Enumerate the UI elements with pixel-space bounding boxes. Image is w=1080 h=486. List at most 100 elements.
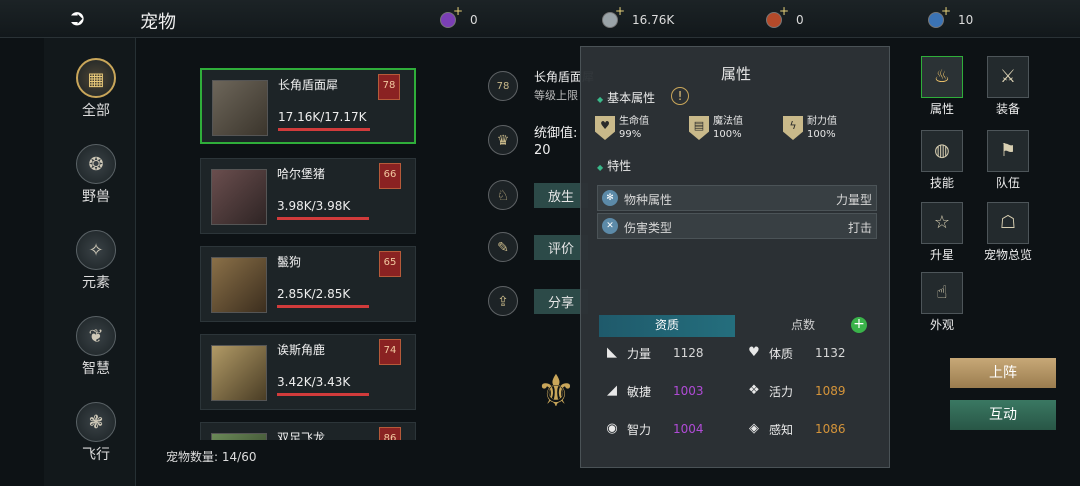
pet-hp: 17.16K/17.17K [278, 110, 367, 124]
heart-shield-icon: ♥ [595, 116, 615, 140]
menu-label: 宠物总览 [983, 248, 1032, 262]
pet-portrait [211, 345, 267, 401]
menu-attributes[interactable]: ♨ 属性 [920, 56, 964, 117]
pet-card[interactable]: 鬣狗 2.85K/2.85K 65 [200, 246, 416, 322]
stat-value: 100% [807, 129, 836, 140]
menu-team[interactable]: ⚑ 队伍 [986, 130, 1030, 191]
basic-attributes-heading: 基本属性 [597, 89, 655, 106]
pet-card[interactable]: 诶斯角鹿 3.42K/3.43K 74 [200, 334, 416, 410]
attr-value: 1128 [673, 346, 704, 360]
info-icon[interactable]: ! [671, 87, 689, 105]
overview-icon: ☖ [987, 202, 1029, 244]
menu-star-up[interactable]: ☆ 升星 [920, 202, 964, 263]
category-flying[interactable]: ❃ 飞行 [72, 402, 120, 464]
attr-strength: ◣ 力量 1128 [603, 343, 704, 363]
stat-value: 99% [619, 129, 642, 140]
attr-value: 1086 [815, 422, 846, 436]
book-shield-icon: ▤ [689, 116, 709, 140]
stat-hp: ♥ 生命值 99% [595, 115, 649, 141]
category-element[interactable]: ✧ 元素 [72, 230, 120, 292]
pet-card[interactable]: 双足飞龙 86 [200, 422, 416, 440]
menu-equipment[interactable]: ⚔ 装备 [986, 56, 1030, 117]
pet-portrait [211, 433, 267, 440]
stat-label: 耐力值 [807, 116, 837, 127]
tab-aptitude[interactable]: 资质 [599, 315, 735, 337]
menu-appearance[interactable]: ☝ 外观 [920, 272, 964, 333]
share-icon: ⇪ [488, 286, 518, 316]
interact-button[interactable]: 互动 [950, 400, 1056, 430]
pet-portrait [211, 169, 267, 225]
pet-count: 宠物数量: 14/60 [166, 448, 256, 465]
damage-type-row: ✕ 伤害类型 打击 [597, 213, 877, 239]
prop-label: 伤害类型 [624, 221, 673, 235]
hand-icon: ☝ [921, 272, 963, 314]
level-badge: 74 [379, 339, 401, 365]
pet-name: 哈尔堡猪 [277, 167, 326, 181]
category-label: 元素 [82, 275, 110, 291]
resource-value: 16.76K [632, 13, 675, 27]
back-button[interactable]: ➲ [60, 6, 94, 32]
hp-bar [277, 217, 369, 220]
category-wisdom[interactable]: ❦ 智慧 [72, 316, 120, 378]
pet-name: 长角盾面犀 [278, 78, 339, 92]
level-badge: 78 [378, 74, 400, 100]
deploy-button[interactable]: 上阵 [950, 358, 1056, 388]
red-orb-icon [766, 4, 789, 28]
pet-hp: 2.85K/2.85K [277, 287, 351, 301]
attr-name: 体质 [769, 346, 794, 361]
hp-bar [278, 128, 370, 131]
category-sidebar: ▦ 全部 ❂ 野兽 ✧ 元素 ❦ 智慧 ❃ 飞行 [44, 38, 136, 486]
pet-list[interactable]: 长角盾面犀 17.16K/17.17K 78 哈尔堡猪 3.98K/3.98K … [200, 38, 418, 440]
menu-pet-overview[interactable]: ☖ 宠物总览 [984, 202, 1032, 263]
pet-name: 鬣狗 [277, 255, 302, 269]
silver-coin-icon [602, 4, 625, 28]
pet-name: 双足飞龙 [277, 431, 326, 440]
attr-name: 智力 [627, 422, 652, 437]
command-value: 20 [534, 143, 551, 158]
pet-card[interactable]: 哈尔堡猪 3.98K/3.98K 66 [200, 158, 416, 234]
attr-name: 活力 [769, 384, 794, 399]
review-icon: ✎ [488, 232, 518, 262]
blue-gem-icon [928, 4, 951, 28]
stat-label: 生命值 [619, 116, 649, 127]
resource-value: 0 [796, 13, 804, 27]
level-badge: 86 [379, 427, 401, 440]
category-all[interactable]: ▦ 全部 [72, 58, 120, 120]
category-beast[interactable]: ❂ 野兽 [72, 144, 120, 206]
category-label: 智慧 [82, 361, 110, 377]
resource-value: 10 [958, 13, 974, 27]
cross-icon: ✕ [602, 218, 618, 234]
prop-label: 物种属性 [624, 193, 673, 207]
level-shield-icon: 78 [488, 70, 518, 101]
paw-icon: ✻ [602, 190, 618, 206]
eye-icon: ◈ [749, 421, 759, 436]
species-property-row: ✻ 物种属性 力量型 [597, 185, 877, 211]
grid-icon: ▦ [76, 58, 116, 98]
attr-value: 1004 [673, 422, 704, 436]
attr-agility: ◢ 敏捷 1003 [603, 381, 704, 401]
resource-silver[interactable]: 16.76K [602, 4, 675, 30]
resource-blue[interactable]: 10 [928, 4, 974, 30]
attr-name: 敏捷 [627, 384, 652, 399]
wings-icon: ❖ [748, 383, 760, 398]
wisdom-icon: ❦ [76, 316, 116, 356]
add-points-button[interactable]: + [851, 317, 867, 333]
pet-hp: 3.98K/3.98K [277, 199, 351, 213]
resource-purple[interactable]: 0 [440, 4, 478, 30]
hp-bar [277, 305, 369, 308]
panel-title: 属性 [720, 65, 751, 83]
flame-icon: ♨ [921, 56, 963, 98]
swords-icon: ⚔ [987, 56, 1029, 98]
pet-card-selected[interactable]: 长角盾面犀 17.16K/17.17K 78 [200, 68, 416, 144]
attr-constitution: ♥ 体质 1132 [745, 343, 845, 363]
command-icon: ♛ [488, 125, 518, 155]
attr-perception: ◈ 感知 1086 [745, 419, 846, 439]
purple-crystal-icon [440, 4, 463, 28]
flag-icon: ⚑ [987, 130, 1029, 172]
level-badge: 65 [379, 251, 401, 277]
menu-skills[interactable]: ◍ 技能 [920, 130, 964, 191]
pet-name: 诶斯角鹿 [277, 343, 326, 357]
command-label: 统御值: [534, 126, 578, 141]
attr-intellect: ◉ 智力 1004 [603, 419, 704, 439]
resource-red[interactable]: 0 [766, 4, 804, 30]
